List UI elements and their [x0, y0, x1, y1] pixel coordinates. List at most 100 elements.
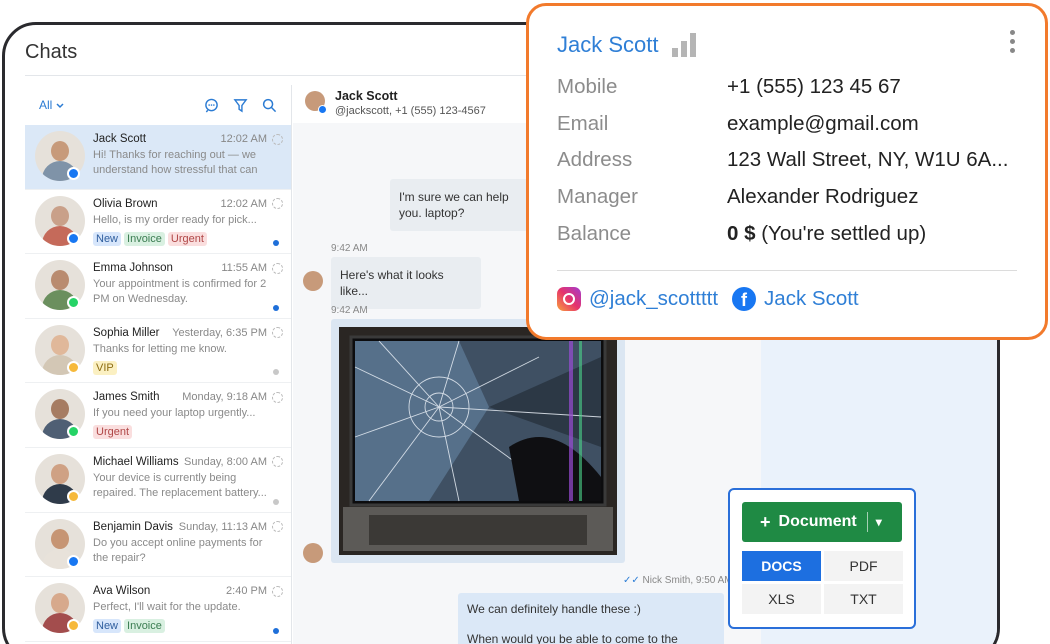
status-icon: [272, 456, 283, 468]
more-options-icon[interactable]: [1010, 30, 1015, 53]
contact-name: Sophia Miller: [93, 326, 160, 339]
message-preview: Do you accept online payments for the re…: [93, 536, 263, 564]
format-option-docs[interactable]: DOCS: [742, 551, 821, 581]
message-preview: Your appointment is confirmed for 2 PM o…: [93, 278, 267, 306]
search-icon[interactable]: [262, 98, 277, 113]
tag-badge: VIP: [93, 360, 117, 375]
chat-time: Yesterday, 6:35 PM: [172, 326, 267, 339]
chevron-down-icon[interactable]: ▾: [876, 515, 882, 529]
filter-dropdown[interactable]: All: [39, 98, 64, 112]
tag-list: New Invoice Urgent: [93, 231, 283, 246]
field-value[interactable]: 123 Wall Street, NY, W1U 6A...: [727, 148, 1008, 172]
message-preview: If you need your laptop urgently...: [93, 407, 256, 420]
chat-list-item[interactable]: Benjamin Davis Sunday, 11:13 AM Do you acc…: [25, 513, 291, 578]
chat-time: 12:02 AM: [220, 133, 267, 145]
status-icon: [272, 198, 283, 210]
contact-name: Jack Scott: [93, 133, 147, 145]
contact-name: James Smith: [93, 391, 160, 404]
facebook-icon: f: [732, 286, 757, 311]
chat-list-item[interactable]: Olivia Brown 12:02 AM Hello, is my order r…: [25, 190, 291, 255]
tag-badge: New: [93, 619, 122, 634]
message-line: We can definitely handle these :): [467, 602, 641, 616]
balance-amount: 0 $: [727, 221, 756, 245]
instagram-icon: [557, 286, 581, 311]
status-icon: [272, 262, 283, 274]
format-option-xls[interactable]: XLS: [742, 584, 821, 614]
unread-dot: [273, 498, 279, 505]
chat-list-item[interactable]: Michael Williams Sunday, 8:00 AM Your devi…: [25, 448, 291, 513]
field-value[interactable]: +1 (555) 123 45 67: [727, 75, 901, 99]
field-row: Mobile +1 (555) 123 45 67: [557, 69, 1017, 106]
tag-badge: Urgent: [167, 231, 207, 246]
page-title: Chats: [25, 41, 78, 63]
unread-dot: [273, 304, 279, 311]
field-label: Balance: [557, 221, 632, 245]
message-preview: Hello, is my order ready for pick...: [93, 213, 257, 226]
balance-value: 0 $ (You're settled up): [727, 222, 926, 246]
message-bubble: Here's what it looks like...: [331, 257, 481, 309]
status-icon: [272, 133, 283, 145]
tag-badge: New: [93, 231, 122, 246]
chat-time: 2:40 PM: [226, 585, 267, 598]
contact-name: Michael Williams: [93, 455, 179, 468]
field-row: Address 123 Wall Street, NY, W1U 6A...: [557, 142, 1017, 179]
filter-icon[interactable]: [233, 98, 248, 113]
tag-list: New Invoice: [93, 619, 283, 634]
facebook-link[interactable]: Jack Scott: [764, 287, 859, 311]
message-preview: Thanks for letting me know.: [93, 342, 227, 355]
chat-list-item[interactable]: Ava Wilson 2:40 PM Perfect, I'll wait for …: [25, 577, 291, 642]
document-button-label: Document: [778, 513, 857, 530]
social-links: @jack_scottttt f Jack Scott: [557, 286, 1017, 311]
broken-laptop-photo: [339, 327, 617, 555]
message-preview: Hi! Thanks for reaching out — we underst…: [93, 149, 258, 176]
chat-list-item[interactable]: Jack Scott 12:02 AM Hi! Thanks for reachin…: [25, 125, 291, 190]
chat-list-item[interactable]: Sophia Miller Yesterday, 6:35 PM Thanks fo…: [25, 319, 291, 384]
message-image[interactable]: [331, 319, 625, 563]
divider: [557, 269, 1017, 271]
contact-name[interactable]: Jack Scott: [557, 32, 658, 58]
unread-dot: [273, 627, 279, 634]
format-options: DOCS PDF XLS TXT: [742, 551, 903, 614]
tag-badge: Invoice: [124, 231, 165, 246]
chat-list-item[interactable]: Emma Johnson 11:55 AM Your appointment is …: [25, 254, 291, 319]
chat-time: Sunday, 11:13 AM: [178, 520, 267, 533]
format-option-txt[interactable]: TXT: [824, 584, 903, 614]
field-row: Manager Alexander Rodriguez: [557, 179, 1017, 216]
instagram-link[interactable]: @jack_scottttt: [589, 287, 718, 311]
chat-list-panel: All Jack Scott 12:02 AM Hi! Thanks for r…: [25, 85, 292, 644]
contact-name: Emma Johnson: [93, 262, 173, 275]
balance-note: (You're settled up): [761, 221, 927, 245]
divider: [866, 512, 868, 532]
signal-bars-icon: [672, 33, 697, 57]
balance-row: Balance 0 $ (You're settled up): [557, 215, 1017, 252]
field-value[interactable]: Alexander Rodriguez: [727, 185, 918, 209]
facebook-icon: [318, 105, 327, 114]
plus-icon: +: [760, 511, 771, 532]
message-meta: ✓✓ Nick Smith, 9:50 AM: [623, 575, 733, 586]
message-preview: Your device is currently being repaired.…: [93, 471, 267, 499]
chat-time: 11:55 AM: [221, 262, 267, 275]
chat-list-item[interactable]: James Smith Monday, 9:18 AM If you need yo…: [25, 383, 291, 448]
new-chat-icon[interactable]: [204, 98, 219, 113]
read-check-icon: ✓✓: [623, 575, 640, 586]
status-icon: [272, 391, 283, 403]
contact-fields: Mobile +1 (555) 123 45 67 Email example@gma…: [557, 69, 1017, 215]
filter-label: All: [39, 98, 53, 112]
outgoing-message: We can definitely handle these :) When w…: [458, 593, 724, 644]
tag-list: VIP: [93, 360, 283, 375]
chat-icon: [67, 360, 80, 374]
status-icon: [272, 585, 283, 597]
format-option-pdf[interactable]: PDF: [824, 551, 903, 581]
avatar: [303, 271, 323, 291]
whatsapp-icon: [67, 296, 80, 310]
field-value[interactable]: example@gmail.com: [727, 112, 919, 136]
chat-time: Monday, 9:18 AM: [182, 391, 267, 404]
facebook-icon: [67, 231, 80, 245]
sender-and-time: Nick Smith, 9:50 AM: [642, 575, 733, 586]
add-document-button[interactable]: + Document ▾: [742, 502, 902, 542]
status-icon: [272, 327, 283, 339]
conversation-contact-name[interactable]: Jack Scott: [335, 89, 486, 103]
chat-icon: [67, 489, 80, 503]
field-row: Email example@gmail.com: [557, 106, 1017, 143]
field-label: Address: [557, 148, 633, 172]
